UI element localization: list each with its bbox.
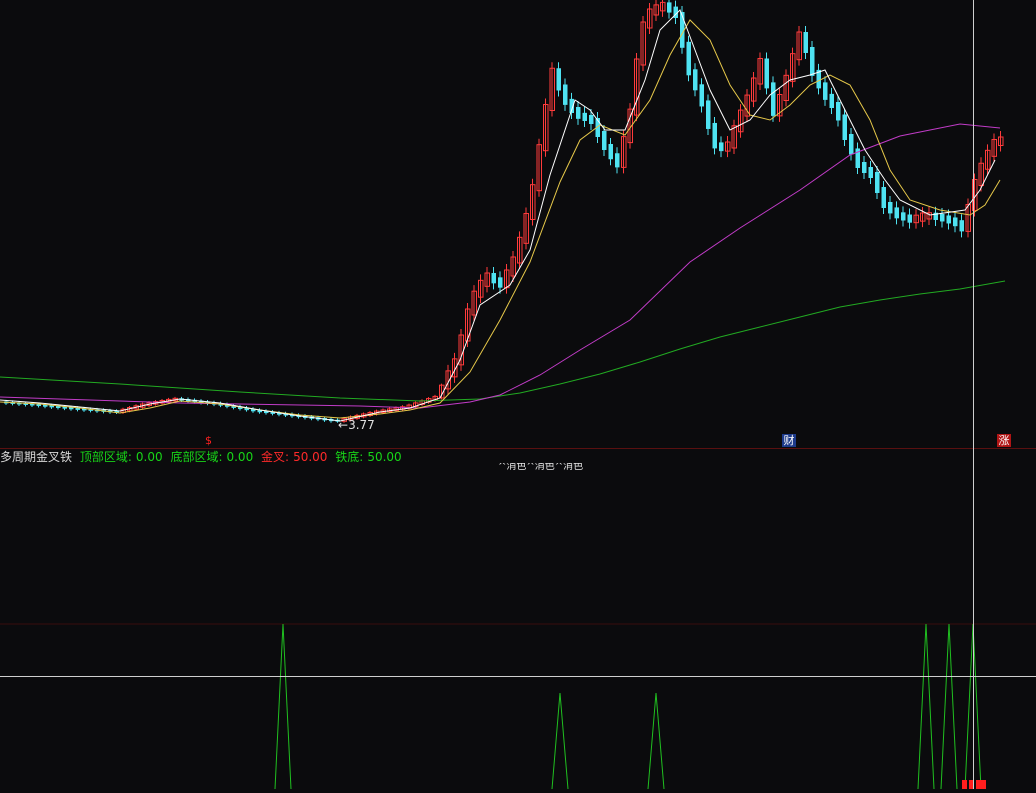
candle-body bbox=[602, 131, 607, 150]
ma-long-green-line bbox=[0, 280, 1006, 402]
bottom-zone-value: 0.00 bbox=[226, 450, 254, 464]
candle-body bbox=[810, 47, 815, 76]
candle-body bbox=[706, 100, 711, 129]
limit-up-marker[interactable]: 涨 bbox=[997, 434, 1011, 447]
candle-body bbox=[940, 214, 945, 222]
crosshair-vertical bbox=[973, 0, 974, 789]
signal-bar bbox=[976, 780, 981, 789]
golden-cross-spike bbox=[917, 623, 935, 790]
clipped-caption: ^消色^消色^消色 bbox=[498, 463, 584, 472]
candle-body bbox=[686, 41, 691, 76]
golden-cross-spike bbox=[274, 623, 292, 790]
candle-body bbox=[881, 187, 886, 208]
golden-cross-label: 金叉: bbox=[261, 450, 290, 464]
top-zone-label: 顶部区域: bbox=[79, 450, 132, 464]
candle-body bbox=[563, 84, 568, 105]
candle-body bbox=[862, 162, 867, 173]
indicator-legend: 多周期金叉铁 顶部区域: 0.00 底部区域: 0.00 金叉: 50.00 铁底: 5… bbox=[0, 449, 406, 465]
signal-bar bbox=[981, 780, 986, 789]
candle-body bbox=[907, 214, 912, 223]
candle-body bbox=[875, 172, 880, 193]
candle-body bbox=[959, 220, 964, 232]
ma-short-yellow-line bbox=[0, 19, 1001, 419]
candle-body bbox=[771, 82, 776, 116]
candle-body bbox=[498, 277, 503, 288]
indicator-name: 多周期金叉铁 bbox=[0, 450, 73, 464]
candle-body bbox=[888, 202, 893, 214]
candle-body bbox=[589, 115, 594, 124]
candle-body bbox=[836, 102, 841, 121]
signal-bar bbox=[962, 780, 967, 789]
indicator-panel[interactable] bbox=[0, 449, 1036, 790]
indicator-chart[interactable] bbox=[0, 449, 1036, 790]
candle-body bbox=[868, 167, 873, 178]
candle-body bbox=[901, 212, 906, 221]
candle-body bbox=[576, 107, 581, 119]
moving-average-layer bbox=[0, 9, 1006, 422]
candle-body bbox=[712, 122, 717, 149]
golden-cross-value: 50.00 bbox=[293, 450, 328, 464]
spike-signals-layer bbox=[274, 623, 982, 790]
top-zone-value: 0.00 bbox=[135, 450, 163, 464]
candle-body bbox=[842, 114, 847, 140]
candle-body bbox=[491, 273, 496, 284]
candle-body bbox=[699, 84, 704, 107]
event-marker-s[interactable]: $ bbox=[205, 434, 212, 447]
candle-body bbox=[894, 207, 899, 219]
ma-mid-magenta-line bbox=[0, 123, 1001, 409]
bottom-zone-label: 底部区域: bbox=[170, 450, 223, 464]
candlestick-chart[interactable] bbox=[0, 0, 1036, 448]
candle-body bbox=[615, 153, 620, 168]
iron-bottom-value: 50.00 bbox=[367, 450, 402, 464]
candle-body bbox=[719, 142, 724, 152]
candle-body bbox=[764, 58, 769, 89]
golden-cross-spike bbox=[940, 623, 958, 790]
period-low-label: ←3.77 bbox=[338, 418, 375, 432]
candle-body bbox=[667, 2, 672, 13]
candles-layer bbox=[4, 0, 1004, 423]
candle-body bbox=[829, 93, 834, 108]
candle-body bbox=[953, 217, 958, 227]
candle-body bbox=[608, 144, 613, 160]
golden-cross-spike bbox=[647, 692, 665, 790]
candle-body bbox=[582, 112, 587, 121]
candle-body bbox=[803, 32, 808, 53]
golden-cross-spike bbox=[551, 692, 569, 790]
financial-report-marker[interactable]: 财 bbox=[782, 434, 796, 447]
iron-bottom-label: 铁底: bbox=[335, 450, 364, 464]
low-value: 3.77 bbox=[348, 418, 375, 432]
candle-body bbox=[849, 134, 854, 155]
candle-body bbox=[946, 215, 951, 224]
candle-body bbox=[693, 69, 698, 91]
price-chart-panel[interactable]: ←3.77 $ 财 涨 bbox=[0, 0, 1036, 448]
ma-fast-white-line bbox=[0, 9, 996, 422]
signal-bars-layer bbox=[962, 780, 986, 789]
candle-body bbox=[556, 68, 561, 91]
crosshair-horizontal bbox=[0, 676, 1036, 677]
candle-body bbox=[823, 82, 828, 100]
